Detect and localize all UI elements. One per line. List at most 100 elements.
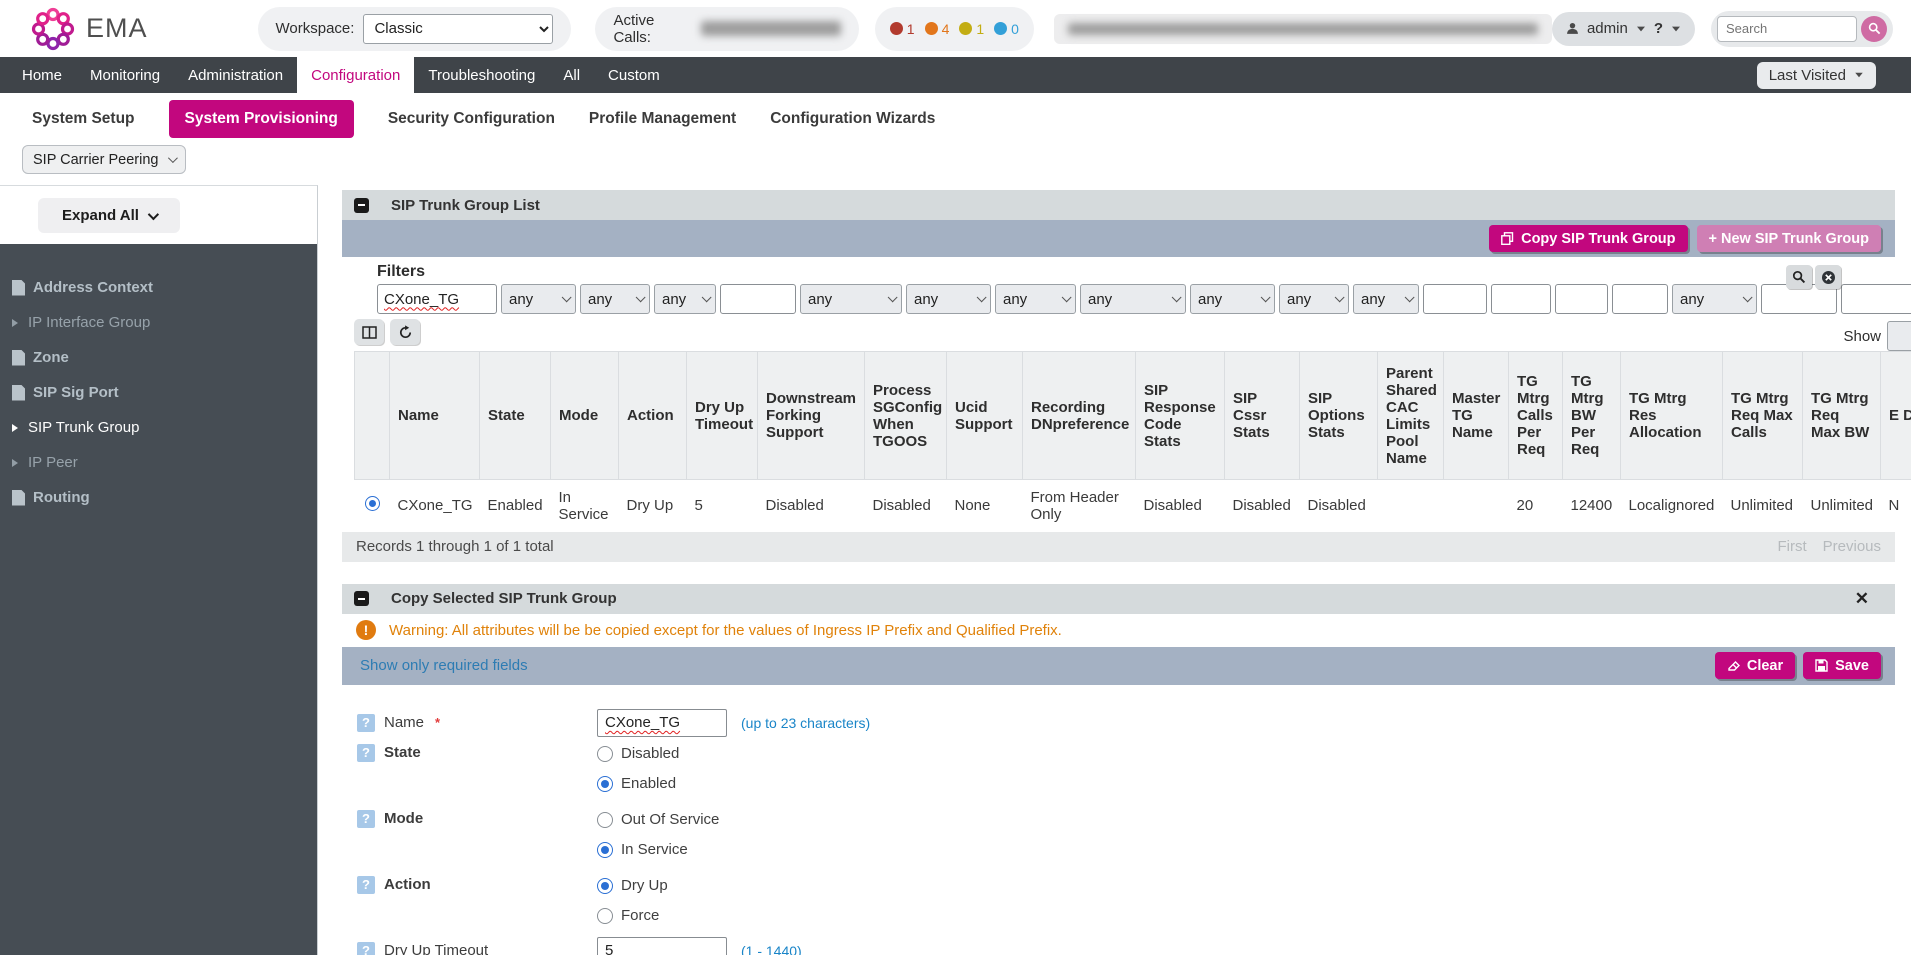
filter-action-select[interactable]: any xyxy=(654,284,716,314)
subnav-profile-management[interactable]: Profile Management xyxy=(589,110,736,128)
help-icon[interactable]: ? xyxy=(357,714,375,732)
filter-tg-mtrg-bw-input[interactable] xyxy=(1612,284,1668,314)
col-tg-mtrg-req-max-calls[interactable]: TG Mtrg Req Max Calls xyxy=(1723,352,1803,480)
nav-item-custom[interactable]: Custom xyxy=(594,57,674,93)
filter-tg-mtrg-res-select[interactable]: any xyxy=(1672,284,1757,314)
nav-item-troubleshooting[interactable]: Troubleshooting xyxy=(414,57,549,93)
col-action[interactable]: Action xyxy=(619,352,687,480)
sidebar-item-address-context[interactable]: Address Context xyxy=(0,270,317,305)
action-option-dry-up[interactable]: Dry Up xyxy=(597,871,668,901)
filter-master-tg-input[interactable] xyxy=(1491,284,1551,314)
row-select-radio[interactable] xyxy=(365,496,380,511)
col-clipped[interactable]: E D xyxy=(1881,352,1911,480)
nav-item-home[interactable]: Home xyxy=(8,57,76,93)
col-sip-options-stats[interactable]: SIP Options Stats xyxy=(1300,352,1378,480)
search-input[interactable] xyxy=(1717,16,1857,42)
nav-item-all[interactable]: All xyxy=(549,57,594,93)
clear-filters-button[interactable] xyxy=(1815,265,1841,289)
sidebar-item-sip-sig-port[interactable]: SIP Sig Port xyxy=(0,375,317,410)
radio-unchecked[interactable] xyxy=(597,746,613,762)
state-option-enabled[interactable]: Enabled xyxy=(597,769,679,799)
radio-checked[interactable] xyxy=(597,878,613,894)
filter-ucid-support-select[interactable]: any xyxy=(995,284,1076,314)
col-recording-dnpreference[interactable]: Recording DNpreference xyxy=(1023,352,1136,480)
close-icon[interactable]: ✕ xyxy=(1855,590,1869,607)
col-sip-response-code-stats[interactable]: SIP Response Code Stats xyxy=(1136,352,1225,480)
help-icon[interactable]: ? xyxy=(357,744,375,762)
refresh-button[interactable] xyxy=(390,319,420,345)
filter-mode-select[interactable]: any xyxy=(580,284,650,314)
last-visited-dropdown[interactable]: Last Visited xyxy=(1757,62,1876,89)
col-downstream-forking[interactable]: Downstream Forking Support xyxy=(758,352,865,480)
action-option-force[interactable]: Force xyxy=(597,901,668,931)
col-sip-cssr-stats[interactable]: SIP Cssr Stats xyxy=(1225,352,1300,480)
col-process-sgconfig[interactable]: Process SGConfig When TGOOS xyxy=(865,352,947,480)
nav-item-configuration[interactable]: Configuration xyxy=(297,57,414,93)
expand-all-button[interactable]: Expand All xyxy=(38,198,180,233)
name-input[interactable]: CXone_TG xyxy=(597,709,727,737)
subnav-security-configuration[interactable]: Security Configuration xyxy=(388,110,555,128)
pagination-previous[interactable]: Previous xyxy=(1823,538,1881,555)
collapse-icon[interactable] xyxy=(354,591,369,606)
filter-tg-mtrg-calls-input[interactable] xyxy=(1555,284,1608,314)
radio-unchecked[interactable] xyxy=(597,812,613,828)
filter-process-sgconfig-select[interactable]: any xyxy=(906,284,991,314)
col-tg-mtrg-res-allocation[interactable]: TG Mtrg Res Allocation xyxy=(1621,352,1723,480)
sidebar-item-zone[interactable]: Zone xyxy=(0,340,317,375)
filter-dry-up-timeout-input[interactable] xyxy=(720,284,796,314)
help-button[interactable]: ? xyxy=(1654,20,1663,37)
nav-item-monitoring[interactable]: Monitoring xyxy=(76,57,174,93)
new-sip-trunk-group-button[interactable]: + New SIP Trunk Group xyxy=(1697,225,1881,252)
mode-option-out-of-service[interactable]: Out Of Service xyxy=(597,805,719,835)
col-mode[interactable]: Mode xyxy=(551,352,619,480)
sidebar-item-sip-trunk-group[interactable]: SIP Trunk Group xyxy=(0,410,317,445)
col-state[interactable]: State xyxy=(480,352,551,480)
radio-checked[interactable] xyxy=(597,776,613,792)
column-chooser-button[interactable] xyxy=(354,319,384,345)
filter-parent-shared-input[interactable] xyxy=(1423,284,1487,314)
col-tg-mtrg-req-max-bw[interactable]: TG Mtrg Req Max BW xyxy=(1803,352,1881,480)
table-row[interactable]: CXone_TG Enabled In Service Dry Up 5 Dis… xyxy=(355,480,1911,532)
filter-sip-cssr-select[interactable]: any xyxy=(1279,284,1349,314)
save-button[interactable]: Save xyxy=(1803,652,1881,679)
col-dry-up-timeout[interactable]: Dry Up Timeout xyxy=(687,352,758,480)
dry-up-timeout-input[interactable]: 5 xyxy=(597,937,727,955)
filter-state-select[interactable]: any xyxy=(501,284,576,314)
help-icon[interactable]: ? xyxy=(357,942,375,955)
subnav-system-provisioning[interactable]: System Provisioning xyxy=(169,100,354,138)
sidebar-item-routing[interactable]: Routing xyxy=(0,480,317,515)
workspace-select[interactable]: Classic xyxy=(363,14,553,44)
help-icon[interactable]: ? xyxy=(357,810,375,828)
apply-filters-button[interactable] xyxy=(1786,265,1812,289)
filter-sip-response-select[interactable]: any xyxy=(1190,284,1275,314)
col-tg-mtrg-bw-per-req[interactable]: TG Mtrg BW Per Req xyxy=(1563,352,1621,480)
copy-sip-trunk-group-button[interactable]: Copy SIP Trunk Group xyxy=(1489,225,1687,252)
sidebar-item-ip-interface-group[interactable]: IP Interface Group xyxy=(0,305,317,340)
col-tg-mtrg-calls-per-req[interactable]: TG Mtrg Calls Per Req xyxy=(1509,352,1563,480)
filter-req-max-bw-input[interactable] xyxy=(1841,284,1911,314)
scope-select[interactable]: SIP Carrier Peering xyxy=(22,145,186,174)
radio-checked[interactable] xyxy=(597,842,613,858)
col-ucid-support[interactable]: Ucid Support xyxy=(947,352,1023,480)
collapse-icon[interactable] xyxy=(354,198,369,213)
filter-downstream-forking-select[interactable]: any xyxy=(800,284,902,314)
user-menu[interactable]: admin ? xyxy=(1552,12,1695,46)
subnav-configuration-wizards[interactable]: Configuration Wizards xyxy=(770,110,935,128)
mode-option-in-service[interactable]: In Service xyxy=(597,835,719,865)
nav-item-administration[interactable]: Administration xyxy=(174,57,297,93)
state-option-disabled[interactable]: Disabled xyxy=(597,739,679,769)
filter-recording-dnpreference-select[interactable]: any xyxy=(1080,284,1186,314)
pagination-first[interactable]: First xyxy=(1777,538,1806,555)
help-icon[interactable]: ? xyxy=(357,876,375,894)
filter-name-input[interactable]: CXone_TG xyxy=(377,284,497,314)
clear-button[interactable]: Clear xyxy=(1715,652,1795,679)
show-rows-select[interactable] xyxy=(1887,321,1911,351)
col-parent-shared-cac[interactable]: Parent Shared CAC Limits Pool Name xyxy=(1378,352,1444,480)
filter-sip-options-select[interactable]: any xyxy=(1353,284,1419,314)
search-button[interactable] xyxy=(1861,16,1887,42)
sidebar-item-ip-peer[interactable]: IP Peer xyxy=(0,445,317,480)
radio-unchecked[interactable] xyxy=(597,908,613,924)
col-name[interactable]: Name xyxy=(390,352,480,480)
subnav-system-setup[interactable]: System Setup xyxy=(32,110,135,128)
col-master-tg-name[interactable]: Master TG Name xyxy=(1444,352,1509,480)
